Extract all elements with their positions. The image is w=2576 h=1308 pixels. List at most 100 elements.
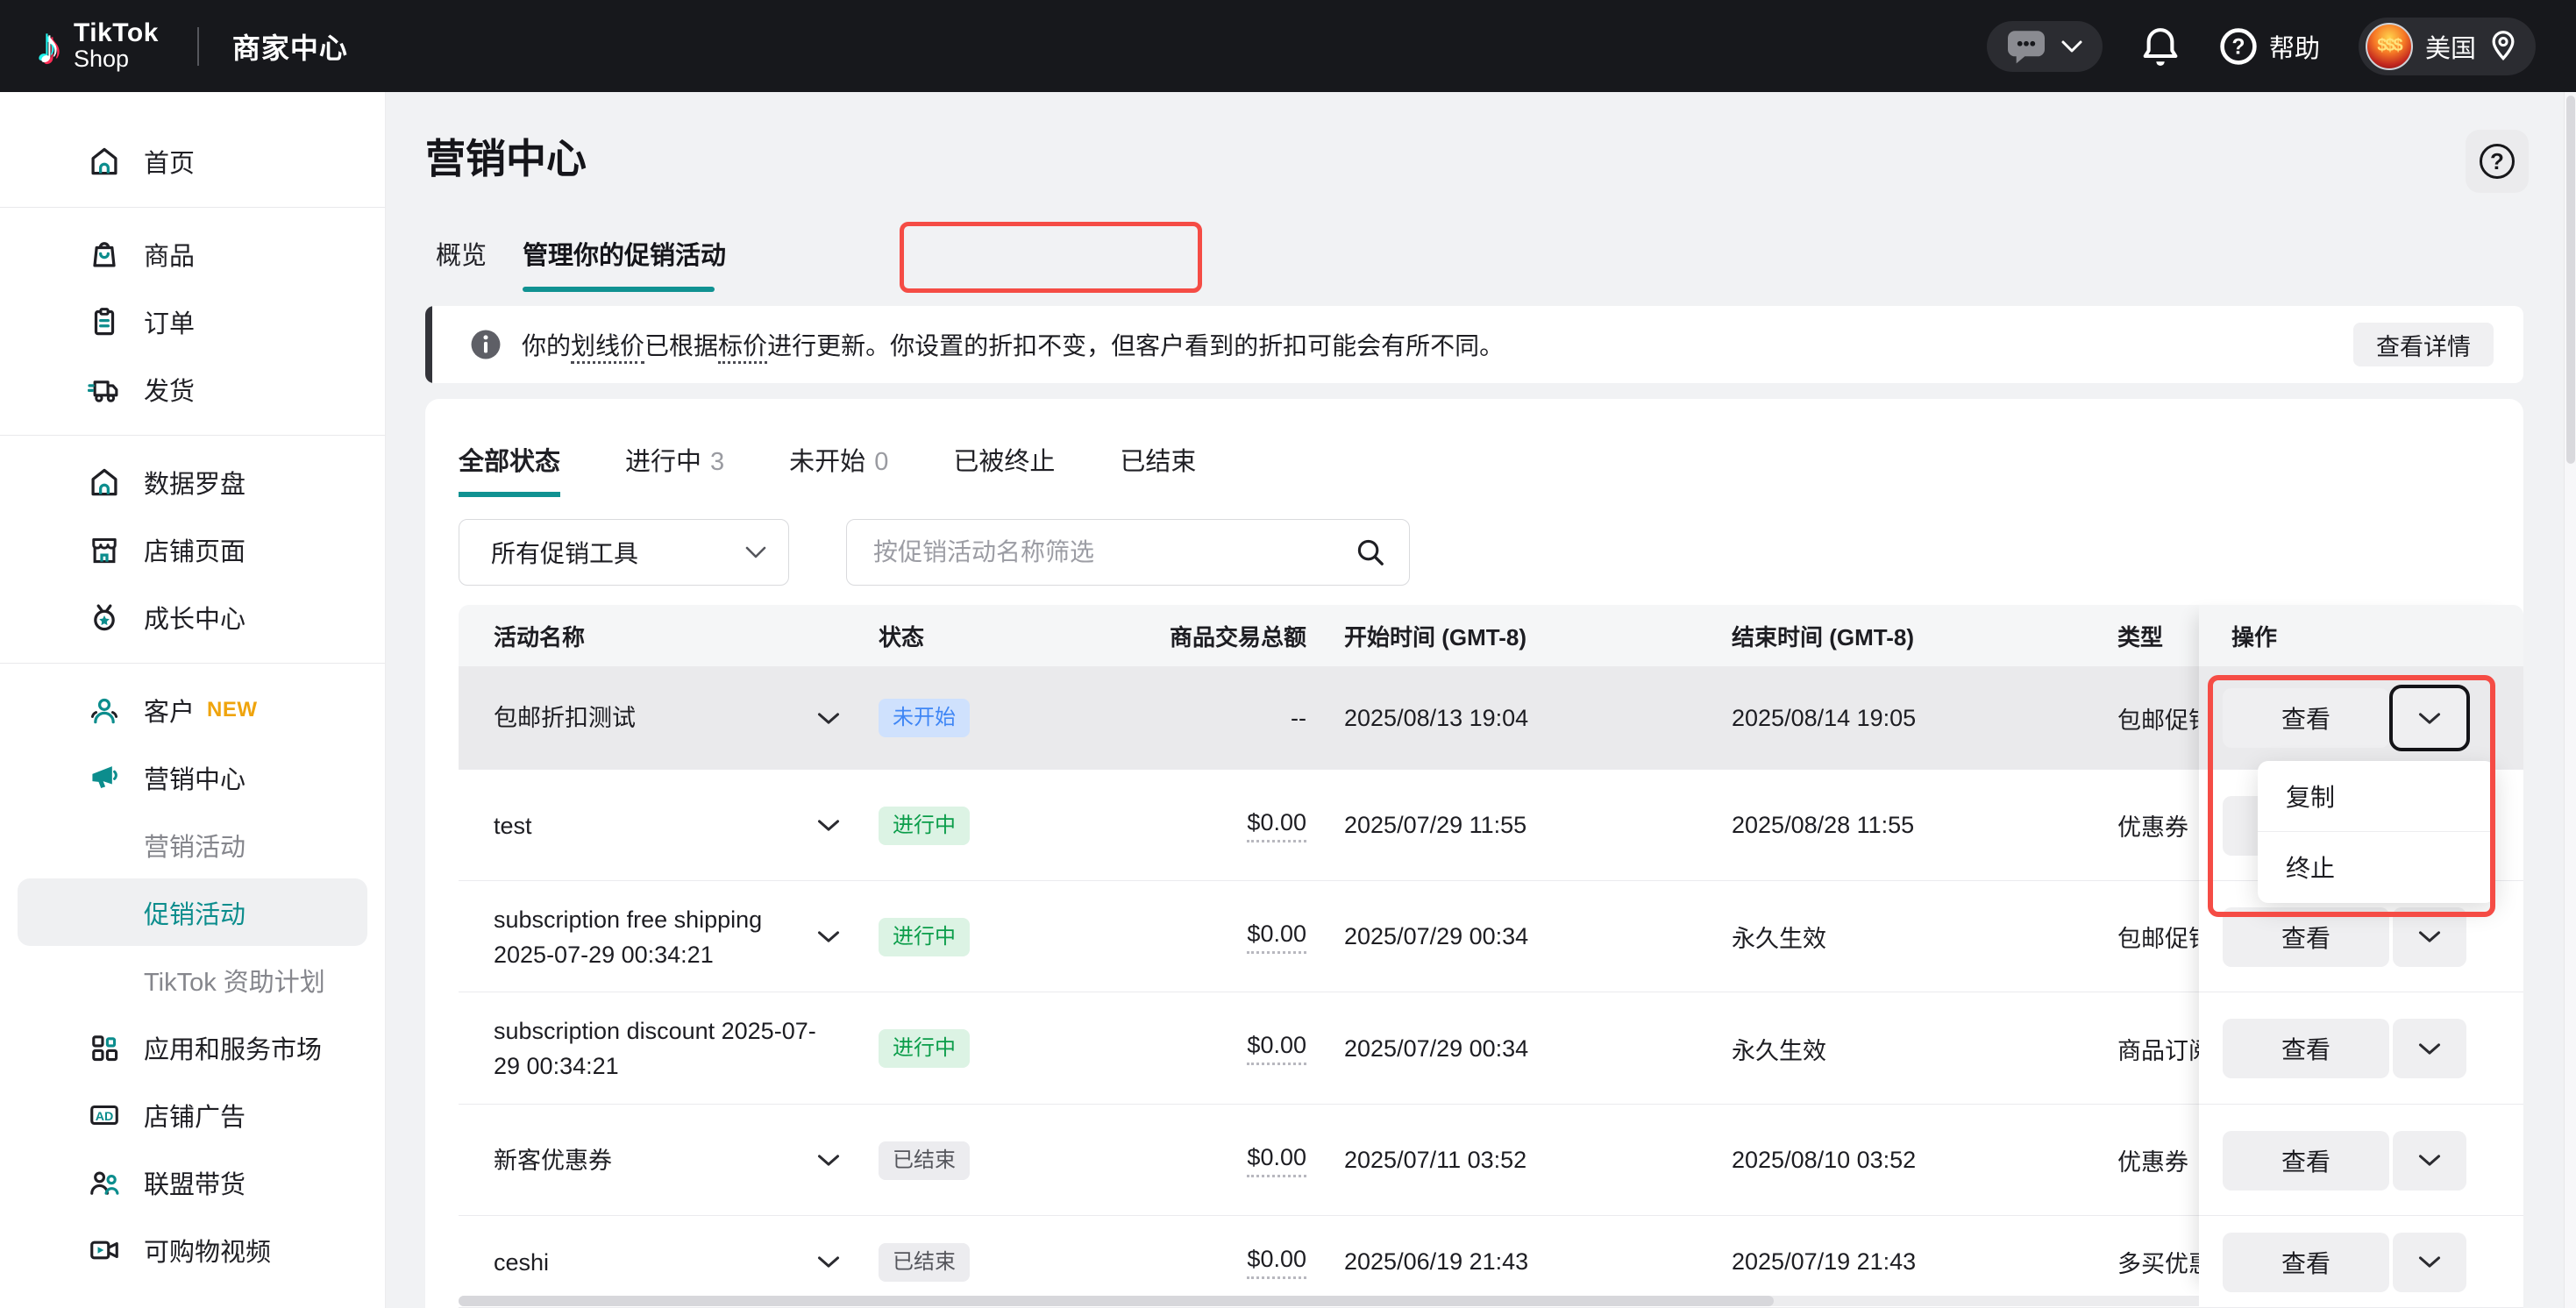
- sidebar-item-label: 客户: [144, 692, 195, 729]
- promotions-table: 活动名称状态商品交易总额开始时间 (GMT-8)结束时间 (GMT-8)类型 包…: [459, 605, 2523, 1297]
- col-name: 活动名称: [494, 605, 585, 666]
- expand-chevron-icon[interactable]: [816, 666, 841, 770]
- status-tab-已结束[interactable]: 已结束: [1120, 441, 1196, 497]
- more-actions-button[interactable]: [2393, 688, 2466, 748]
- svg-text:AD: AD: [96, 1110, 114, 1124]
- status-tab-未开始[interactable]: 未开始0: [789, 441, 888, 497]
- expand-chevron-icon[interactable]: [816, 881, 841, 992]
- sidebar-item-订单[interactable]: 订单: [0, 288, 385, 355]
- sidebar-divider: [0, 435, 385, 436]
- gmv-cell: $0.00: [1020, 992, 1306, 1105]
- actions-cell: 查看: [2199, 1216, 2523, 1308]
- promotions-card: 全部状态进行中3未开始0已被终止已结束 所有促销工具 活动名称状态商品: [425, 399, 2523, 1308]
- promo-tool-filter-select[interactable]: 所有促销工具: [459, 519, 789, 586]
- ads-icon: AD: [88, 1098, 121, 1132]
- sidebar-item-营销活动[interactable]: 营销活动: [0, 811, 385, 878]
- new-badge: NEW: [207, 698, 258, 722]
- sidebar-item-label: 数据罗盘: [144, 464, 246, 501]
- start-time-cell: 2025/07/29 00:34: [1344, 992, 1528, 1105]
- page-help-button[interactable]: ?: [2466, 130, 2529, 193]
- type-cell: 优惠券: [2117, 1105, 2188, 1216]
- banner-message: 你的划线价已根据标价进行更新。你设置的折扣不变，但客户看到的折扣可能会有所不同。: [522, 327, 1504, 362]
- sidebar-item-label: 可购物视频: [144, 1232, 271, 1269]
- gmv-value: $0.00: [1247, 921, 1306, 954]
- menu-item-复制[interactable]: 复制: [2258, 761, 2495, 831]
- sidebar-item-label: 首页: [144, 143, 195, 180]
- sidebar-item-营销中心[interactable]: 营销中心: [0, 743, 385, 811]
- notice-banner: 你的划线价已根据标价进行更新。你设置的折扣不变，但客户看到的折扣可能会有所不同。…: [425, 306, 2523, 383]
- type-cell: 多买优惠: [2117, 1216, 2212, 1308]
- underlined-term: 标价: [718, 332, 767, 364]
- search-icon[interactable]: [1355, 537, 1386, 568]
- tiktok-shop-logo[interactable]: ♪ TikTok Shop: [37, 20, 159, 71]
- status-cell: 已结束: [879, 1105, 970, 1216]
- sidebar-item-label: 订单: [144, 303, 195, 340]
- banner-accent-bar: [425, 306, 432, 383]
- more-actions-button[interactable]: [2393, 907, 2466, 967]
- expand-chevron-icon[interactable]: [816, 1105, 841, 1216]
- apps-grid-icon: [88, 1031, 121, 1064]
- sidebar-item-商品[interactable]: 商品: [0, 220, 385, 288]
- more-actions-button[interactable]: [2393, 1131, 2466, 1191]
- view-button[interactable]: 查看: [2223, 688, 2389, 748]
- view-button[interactable]: 查看: [2223, 907, 2389, 967]
- end-time-cell: 永久生效: [1732, 881, 1826, 992]
- sidebar-item-店铺广告[interactable]: AD店铺广告: [0, 1081, 385, 1148]
- view-button[interactable]: 查看: [2223, 1131, 2389, 1191]
- sidebar-item-店铺页面[interactable]: 店铺页面: [0, 515, 385, 583]
- sidebar-item-tiktok-资助计划[interactable]: TikTok 资助计划: [0, 946, 385, 1013]
- sidebar-item-label: 促销活动: [144, 894, 246, 931]
- home-icon: [88, 145, 121, 178]
- help-button[interactable]: ? 帮助: [2218, 26, 2320, 67]
- expand-chevron-icon[interactable]: [816, 770, 841, 881]
- tab-overview[interactable]: 概览: [436, 235, 487, 272]
- sidebar-item-label: 营销活动: [144, 827, 246, 864]
- sidebar-item-客户[interactable]: 客户 NEW: [0, 676, 385, 743]
- menu-item-终止[interactable]: 终止: [2258, 831, 2495, 901]
- vertical-scrollbar[interactable]: [2564, 92, 2576, 1308]
- sidebar-item-首页[interactable]: 首页: [0, 127, 385, 195]
- campaign-search-input[interactable]: [873, 538, 1355, 566]
- status-tab-已被终止[interactable]: 已被终止: [953, 441, 1055, 497]
- sidebar-item-发货[interactable]: 发货: [0, 355, 385, 423]
- tab-manage-promotions[interactable]: 管理你的促销活动: [523, 235, 726, 272]
- status-tab-全部状态[interactable]: 全部状态: [459, 441, 560, 497]
- gmv-value: $0.00: [1247, 1144, 1306, 1177]
- gmv-cell: $0.00: [1020, 1216, 1306, 1308]
- more-actions-button[interactable]: [2393, 1233, 2466, 1292]
- sidebar-item-成长中心[interactable]: 成长中心: [0, 583, 385, 650]
- sidebar-item-应用和服务市场[interactable]: 应用和服务市场: [0, 1013, 385, 1081]
- sidebar-item-联盟带货[interactable]: 联盟带货: [0, 1148, 385, 1216]
- start-time-cell: 2025/08/13 19:04: [1344, 666, 1528, 770]
- sidebar-item-数据罗盘[interactable]: 数据罗盘: [0, 448, 385, 515]
- chat-menu-button[interactable]: [1987, 21, 2103, 72]
- data-compass-icon: [88, 466, 121, 499]
- sidebar-divider: [0, 207, 385, 208]
- expand-chevron-icon[interactable]: [816, 1216, 841, 1308]
- col-start-time: 开始时间 (GMT-8): [1344, 605, 1526, 666]
- more-actions-button[interactable]: [2393, 1019, 2466, 1078]
- status-tab-进行中[interactable]: 进行中3: [625, 441, 724, 497]
- sidebar-item-促销活动[interactable]: 促销活动: [0, 878, 385, 946]
- account-region-button[interactable]: $$$ 美国: [2359, 18, 2536, 75]
- gmv-cell: $0.00: [1020, 770, 1306, 881]
- horizontal-scrollbar[interactable]: [459, 1296, 2490, 1306]
- status-badge: 进行中: [879, 918, 970, 956]
- notifications-bell-icon[interactable]: [2141, 25, 2180, 68]
- end-time-cell: 2025/08/28 11:55: [1732, 770, 1914, 881]
- banner-text-segment: 你的: [522, 332, 571, 359]
- sidebar-item-可购物视频[interactable]: 可购物视频: [0, 1216, 385, 1283]
- sidebar-item-label: 联盟带货: [144, 1164, 246, 1201]
- view-details-button[interactable]: 查看详情: [2353, 323, 2494, 366]
- type-cell: 包邮促销: [2117, 666, 2212, 770]
- col-end-time: 结束时间 (GMT-8): [1732, 605, 1914, 666]
- view-button[interactable]: 查看: [2223, 1019, 2389, 1078]
- actions-cell: 查看: [2199, 992, 2523, 1105]
- customers-icon: [88, 693, 121, 727]
- campaign-name-cell: 包邮折扣测试: [494, 666, 822, 770]
- col-type: 类型: [2117, 605, 2163, 666]
- view-button[interactable]: 查看: [2223, 1233, 2389, 1292]
- marketing-megaphone-icon: [88, 761, 121, 794]
- status-tabs: 全部状态 进行中3 未开始0 已被终止 已结束: [459, 441, 1196, 497]
- help-label: 帮助: [2269, 28, 2320, 65]
